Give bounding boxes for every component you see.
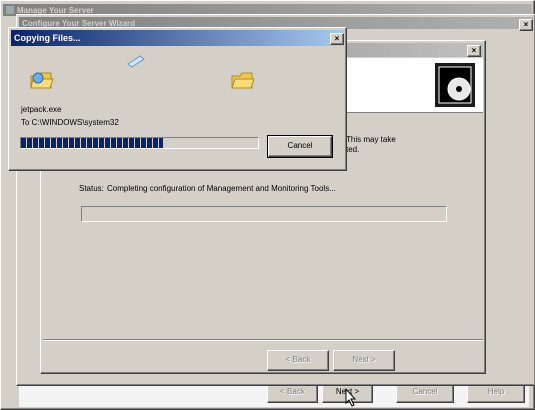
status-label: Status:	[79, 184, 104, 193]
wizard-next-button[interactable]: Next >	[333, 350, 395, 371]
copying-title: Copying Files...	[14, 33, 81, 43]
wizard-progress-bar	[81, 206, 447, 222]
copy-progress-bar	[20, 137, 259, 149]
mouse-cursor-icon	[345, 388, 357, 407]
app-icon	[6, 6, 14, 14]
copying-titlebar: Copying Files...	[11, 30, 344, 46]
source-folder-icon	[30, 72, 54, 89]
wizard-back-button[interactable]: < Back	[267, 350, 329, 371]
copying-destination: To C:\WINDOWS\system32	[21, 118, 119, 127]
wizard-partial-text-2: ted.	[346, 145, 360, 154]
cd-setup-icon	[435, 63, 475, 107]
wizard-close-button[interactable]: ×	[519, 19, 533, 31]
copy-cancel-button[interactable]: Cancel	[267, 135, 333, 158]
wizard-partial-text-1: This may take	[346, 135, 396, 144]
destination-folder-icon	[231, 72, 255, 89]
panel-close-button[interactable]: ×	[467, 45, 481, 57]
wizard-separator	[43, 339, 483, 341]
copying-files-dialog: Copying Files... × jetpack.exe To C:\WIN…	[8, 27, 347, 171]
copying-close-button[interactable]: ×	[330, 33, 344, 45]
flying-paper-icon	[127, 55, 145, 68]
status-text: Completing configuration of Management a…	[107, 184, 336, 193]
copying-filename: jetpack.exe	[21, 105, 62, 114]
copy-progress-fill	[21, 138, 164, 148]
